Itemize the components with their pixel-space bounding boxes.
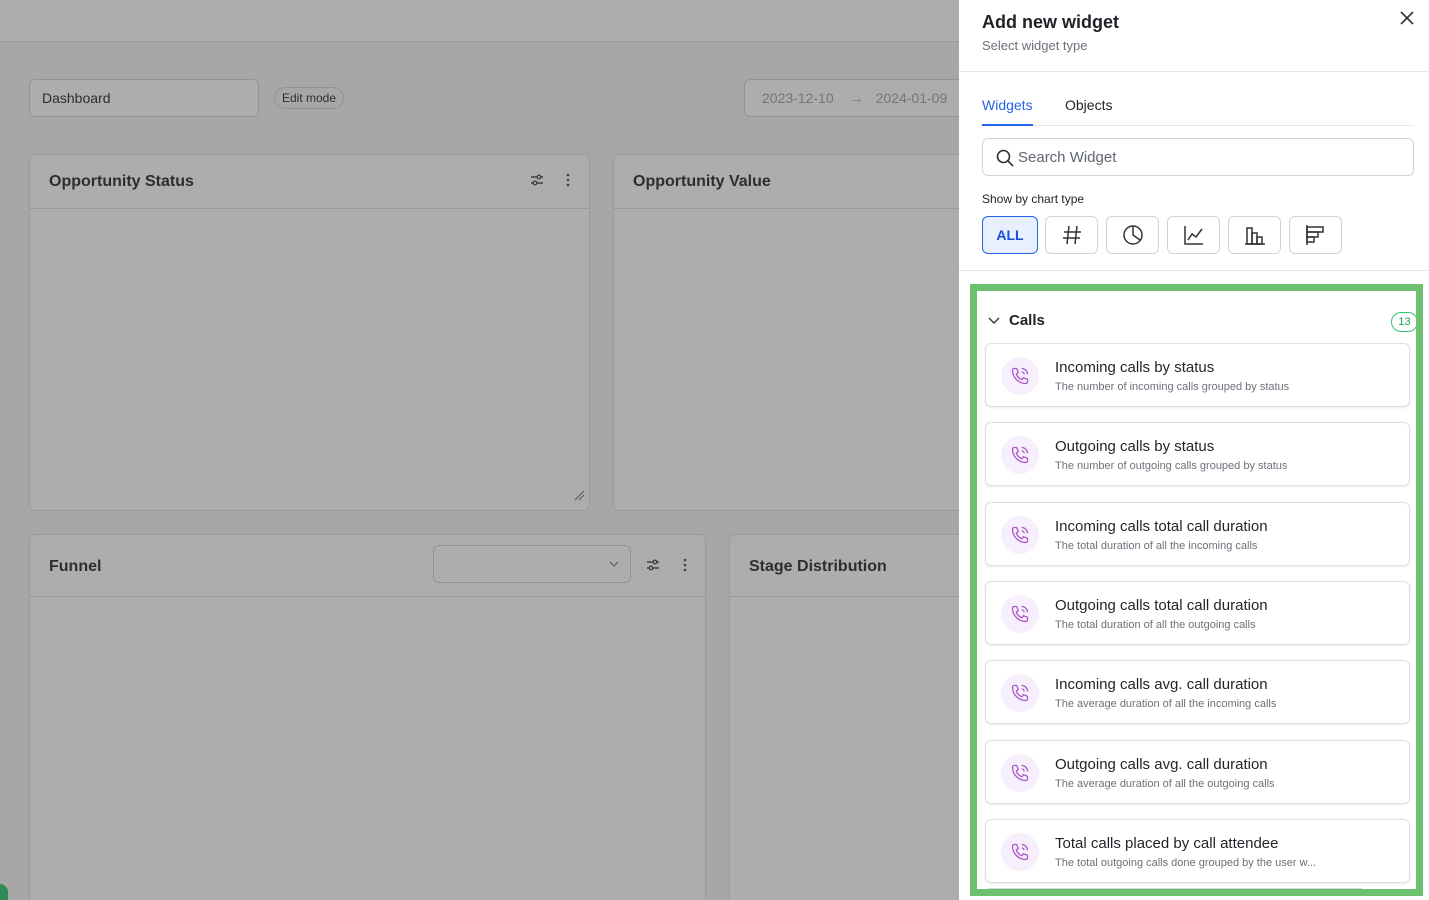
widget-title: Outgoing calls by status: [1055, 438, 1215, 455]
widget-title: Incoming calls by status: [1055, 359, 1215, 376]
widget-item[interactable]: Outgoing calls avg. call duration The av…: [985, 740, 1410, 804]
divider: [959, 71, 1429, 72]
chart-type-horizontal-bar-button[interactable]: [1289, 216, 1342, 254]
chart-type-number-button[interactable]: [1045, 216, 1098, 254]
search-input[interactable]: [1018, 139, 1408, 175]
widget-item[interactable]: Incoming calls by status The number of i…: [985, 343, 1410, 407]
close-icon: [1400, 11, 1414, 25]
drawer-title: Add new widget: [982, 12, 1119, 32]
chart-type-label: Show by chart type: [982, 192, 1085, 206]
widget-title: Incoming calls total call duration: [1055, 518, 1268, 535]
widget-item[interactable]: Outgoing calls by status The number of o…: [985, 422, 1410, 486]
widget-title: Outgoing calls total call duration: [1055, 597, 1268, 614]
search-widget-box: [982, 138, 1414, 176]
tab-widgets[interactable]: Widgets: [982, 97, 1033, 126]
search-icon: [996, 149, 1014, 167]
phone-call-icon: [1001, 516, 1039, 554]
phone-call-icon: [1001, 436, 1039, 474]
divider: [959, 270, 1429, 271]
widget-list: Calls 13 Incoming calls by status The nu…: [970, 284, 1423, 896]
widget-tabs: Widgets Objects: [982, 97, 1414, 126]
widget-description: The total duration of all the outgoing c…: [1055, 619, 1256, 631]
hash-icon: [1062, 225, 1081, 245]
chevron-down-icon: [988, 317, 1000, 324]
widget-description: The number of outgoing calls grouped by …: [1055, 460, 1288, 472]
close-button[interactable]: [1397, 8, 1417, 28]
chart-type-pie-button[interactable]: [1106, 216, 1159, 254]
chart-type-bar-button[interactable]: [1228, 216, 1281, 254]
chart-type-all-button[interactable]: ALL: [982, 216, 1038, 254]
group-header-calls[interactable]: Calls 13: [984, 308, 1416, 332]
widget-description: The average duration of all the outgoing…: [1055, 778, 1275, 790]
horizontal-bar-chart-icon: [1305, 225, 1324, 245]
widget-item[interactable]: Incoming calls total call duration The t…: [985, 502, 1410, 566]
widget-item[interactable]: Incoming calls avg. call duration The av…: [985, 660, 1410, 724]
horizontal-scrollbar[interactable]: [987, 888, 1362, 889]
line-chart-icon: [1183, 226, 1203, 245]
widget-item[interactable]: Total calls placed by call attendee The …: [985, 819, 1410, 883]
chart-type-line-button[interactable]: [1167, 216, 1220, 254]
phone-call-icon: [1001, 357, 1039, 395]
widget-description: The total duration of all the incoming c…: [1055, 540, 1258, 552]
phone-call-icon: [1001, 674, 1039, 712]
phone-call-icon: [1001, 754, 1039, 792]
widget-description: The average duration of all the incoming…: [1055, 698, 1277, 710]
widget-title: Incoming calls avg. call duration: [1055, 676, 1268, 693]
widget-item[interactable]: Outgoing calls total call duration The t…: [985, 581, 1410, 645]
phone-call-icon: [1001, 595, 1039, 633]
bar-chart-icon: [1244, 227, 1265, 245]
widget-title: Total calls placed by call attendee: [1055, 835, 1279, 852]
group-name: Calls: [1009, 312, 1045, 329]
widget-description: The number of incoming calls grouped by …: [1055, 381, 1290, 393]
tab-objects[interactable]: Objects: [1065, 97, 1112, 126]
count-badge: 13: [1391, 312, 1416, 332]
add-widget-drawer: Add new widget Select widget type Widget…: [959, 0, 1429, 900]
widget-title: Outgoing calls avg. call duration: [1055, 756, 1268, 773]
widget-description: The total outgoing calls done grouped by…: [1055, 857, 1317, 869]
pie-chart-icon: [1122, 225, 1143, 245]
drawer-subtitle: Select widget type: [982, 38, 1088, 53]
phone-call-icon: [1001, 833, 1039, 871]
